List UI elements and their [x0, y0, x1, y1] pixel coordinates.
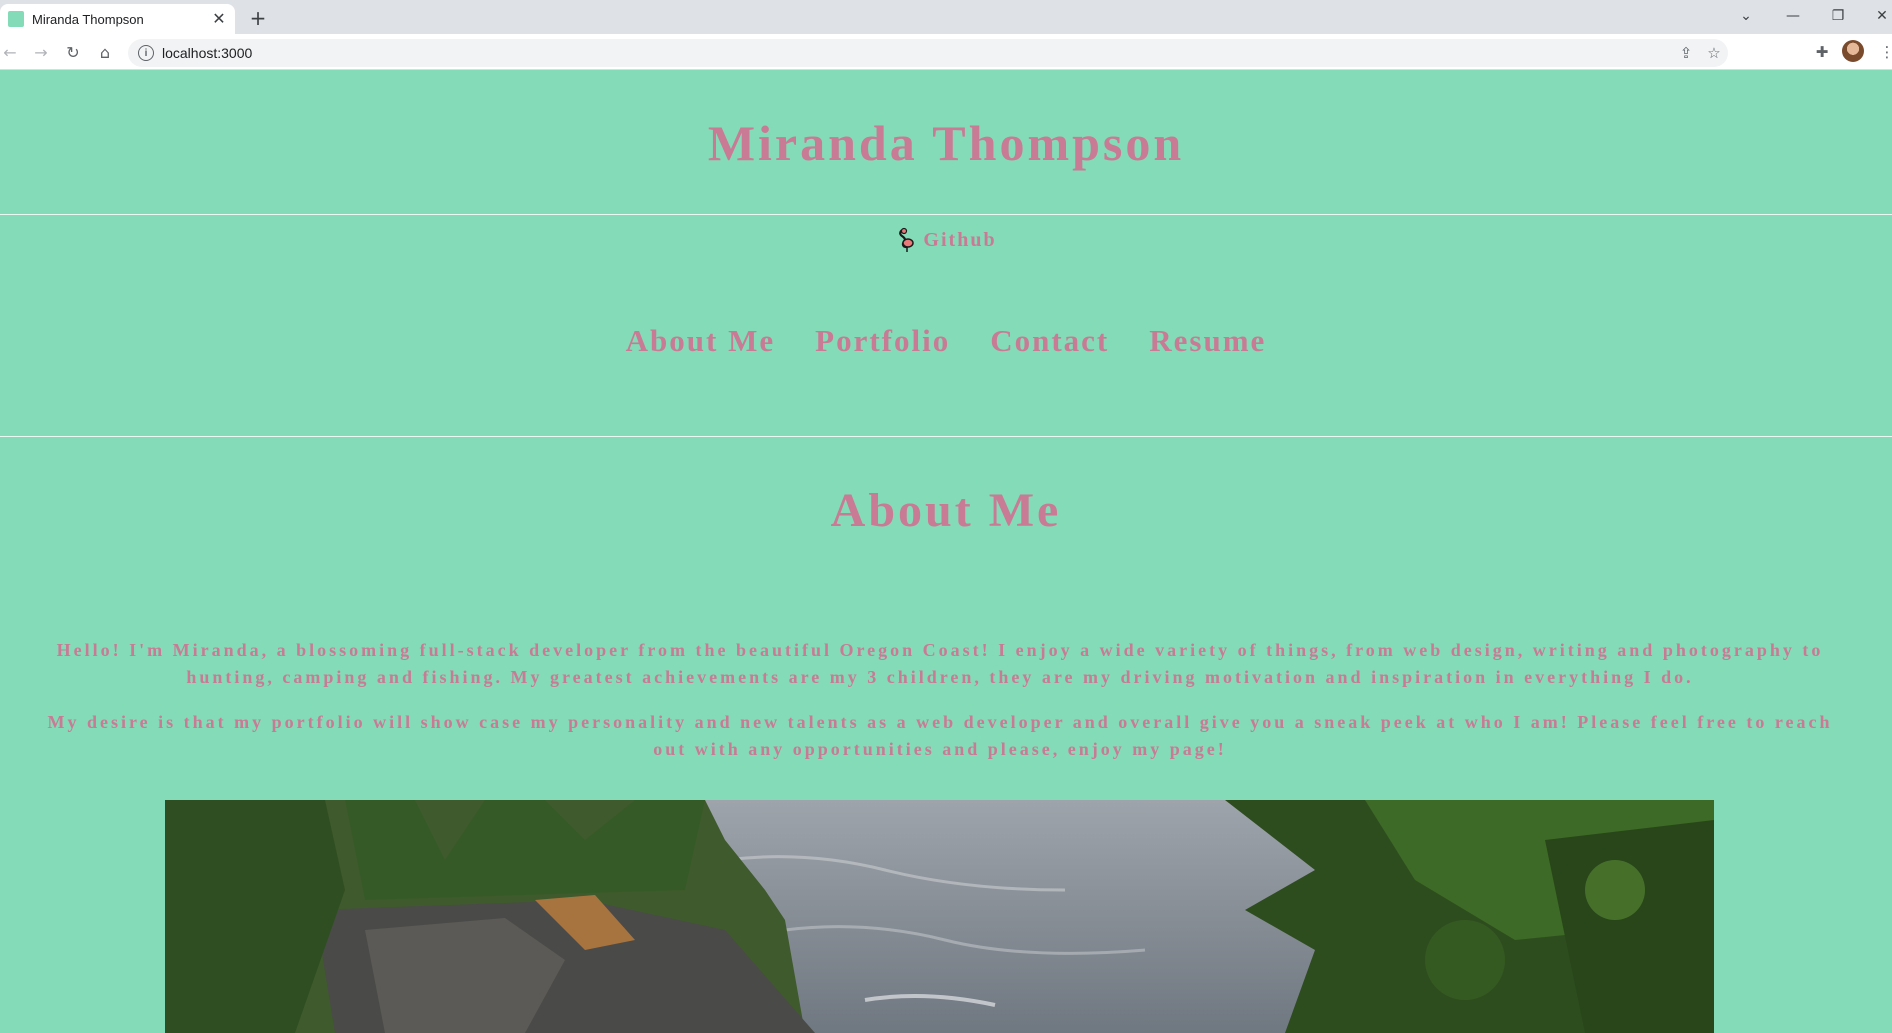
oregon-coast-photo — [165, 800, 1714, 1033]
tab-strip: Miranda Thompson ✕ + ⌄ — ❐ ✕ — [0, 0, 1892, 34]
nav-contact[interactable]: Contact — [990, 323, 1109, 359]
flamingo-icon — [899, 227, 915, 252]
puzzle-icon[interactable]: ✚ — [1809, 40, 1835, 64]
tab-title: Miranda Thompson — [32, 11, 144, 27]
home-icon[interactable]: ⌂ — [93, 40, 117, 64]
page-content: Miranda Thompson Github About Me Portfol… — [0, 71, 1892, 1033]
restore-icon[interactable]: ❐ — [1822, 4, 1854, 28]
browser-toolbar: ← → ↻ ⌂ i localhost:3000 ⇪ ☆ ✚ ⋮ — [0, 34, 1892, 70]
back-icon[interactable]: ← — [0, 40, 22, 64]
close-icon[interactable]: ✕ — [209, 9, 229, 29]
browser-tab[interactable]: Miranda Thompson ✕ — [0, 4, 235, 34]
url-text[interactable]: localhost:3000 — [162, 45, 1672, 61]
reload-icon[interactable]: ↻ — [61, 40, 85, 64]
address-bar[interactable]: i localhost:3000 ⇪ ☆ — [128, 39, 1728, 67]
close-icon[interactable]: ✕ — [1866, 4, 1892, 28]
share-icon[interactable]: ⇪ — [1672, 41, 1700, 65]
nav-portfolio[interactable]: Portfolio — [815, 323, 950, 359]
nav-resume[interactable]: Resume — [1149, 323, 1266, 359]
nav-about-me[interactable]: About Me — [626, 323, 775, 359]
favicon-icon — [8, 11, 24, 27]
github-link[interactable]: Github — [0, 227, 1892, 253]
bio-paragraph: Hello! I'm Miranda, a blossoming full-st… — [56, 640, 1824, 687]
chevron-down-icon[interactable]: ⌄ — [1730, 4, 1762, 28]
main-nav: About Me Portfolio Contact Resume — [0, 323, 1892, 359]
plus-icon[interactable]: + — [246, 6, 270, 30]
more-icon[interactable]: ⋮ — [1874, 40, 1892, 64]
star-icon[interactable]: ☆ — [1700, 41, 1728, 65]
oregon-coast-illustration — [165, 800, 1714, 1033]
profile-avatar[interactable] — [1842, 40, 1864, 62]
bio-paragraph: My desire is that my portfolio will show… — [47, 712, 1833, 759]
github-label: Github — [923, 228, 997, 251]
info-icon[interactable]: i — [138, 45, 154, 61]
forward-icon[interactable]: → — [29, 40, 53, 64]
about-title: About Me — [830, 484, 1062, 537]
header-divider — [0, 213, 1892, 215]
minimize-icon[interactable]: — — [1777, 4, 1809, 28]
site-title: Miranda Thompson — [707, 115, 1185, 171]
nav-divider — [0, 435, 1892, 437]
